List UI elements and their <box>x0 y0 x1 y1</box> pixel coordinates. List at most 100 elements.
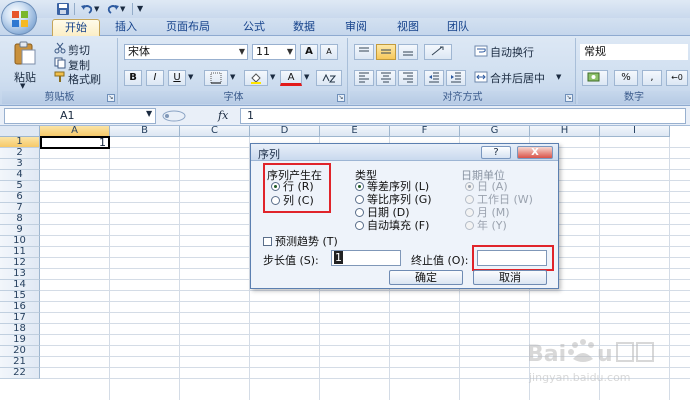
tab-insert[interactable]: 插入 <box>106 19 146 36</box>
type-growth-label: 等比序列 (G) <box>367 193 432 206</box>
tab-review[interactable]: 审阅 <box>336 19 376 36</box>
copy-icon[interactable] <box>54 57 66 69</box>
insert-function-icon[interactable]: fx <box>218 109 228 122</box>
date-unit-day-radio: 日 (A) <box>465 181 508 193</box>
accounting-format-button[interactable] <box>582 70 608 86</box>
cell-a1[interactable]: 1 <box>40 136 110 149</box>
tab-team[interactable]: 团队 <box>438 19 478 36</box>
increase-decimal-button[interactable]: ←0 <box>666 70 688 86</box>
shrink-font-button[interactable]: A <box>320 44 338 60</box>
clipboard-dialog-launcher-icon[interactable]: ↘ <box>107 94 115 102</box>
underline-dropdown-icon[interactable]: ▼ <box>188 73 193 81</box>
merge-center-dropdown-icon[interactable]: ▼ <box>556 73 561 81</box>
paste-dropdown-icon[interactable]: ▼ <box>20 82 25 90</box>
customize-quick-access-icon[interactable]: ▼ <box>137 2 151 16</box>
borders-button[interactable] <box>204 70 228 86</box>
font-size-value: 11 <box>256 45 270 58</box>
align-left-icon <box>359 72 369 83</box>
paste-icon[interactable] <box>12 40 38 66</box>
phonetic-icon <box>322 73 337 83</box>
svg-text:u: u <box>597 342 613 367</box>
middle-align-button[interactable] <box>376 44 396 60</box>
merge-center-icon[interactable] <box>474 71 488 83</box>
column-header-b[interactable]: B <box>110 126 180 137</box>
clipboard-group-label: 剪贴板 <box>2 91 117 104</box>
align-center-button[interactable] <box>376 70 396 86</box>
font-color-dropdown-icon[interactable]: ▼ <box>304 73 309 81</box>
column-header-i[interactable]: I <box>600 126 670 137</box>
type-growth-radio[interactable]: 等比序列 (G) <box>355 194 432 206</box>
phonetic-button[interactable] <box>316 70 342 86</box>
font-name-combo[interactable]: 宋体 ▼ <box>124 44 248 60</box>
ok-button[interactable]: 确定 <box>389 270 463 285</box>
cut-button[interactable]: 剪切 <box>68 42 90 58</box>
office-button[interactable] <box>1 1 37 35</box>
font-color-icon: A <box>287 72 295 83</box>
alignment-dialog-launcher-icon[interactable]: ↘ <box>565 94 573 102</box>
formula-tools: fx <box>160 108 240 124</box>
font-size-combo[interactable]: 11 ▼ <box>252 44 296 60</box>
name-box[interactable]: A1 <box>4 108 156 124</box>
type-date-radio[interactable]: 日期 (D) <box>355 207 410 219</box>
number-format-combo[interactable]: 常规 <box>580 44 688 60</box>
row-header-22[interactable]: 22 <box>0 368 40 379</box>
tab-formulas[interactable]: 公式 <box>234 19 274 36</box>
close-button[interactable]: X <box>517 146 553 159</box>
comma-style-button[interactable]: , <box>642 70 662 86</box>
column-header-d[interactable]: D <box>250 126 320 137</box>
wrap-text-icon[interactable] <box>474 45 488 57</box>
borders-dropdown-icon[interactable]: ▼ <box>230 73 235 81</box>
column-header-g[interactable]: G <box>460 126 530 137</box>
tab-data[interactable]: 数据 <box>284 19 324 36</box>
fill-color-icon <box>251 73 261 84</box>
italic-button[interactable]: I <box>146 70 164 86</box>
alignment-group: 自动换行 合并后居中 ▼ 对齐方式 ↘ <box>350 38 576 104</box>
type-date-radio-icon <box>355 208 364 217</box>
fill-color-button[interactable] <box>244 70 268 86</box>
undo-icon[interactable] <box>80 2 94 16</box>
format-painter-icon[interactable] <box>54 71 66 83</box>
underline-button[interactable]: U <box>168 70 186 86</box>
cancel-button[interactable]: 取消 <box>473 270 547 285</box>
wrap-text-button[interactable]: 自动换行 <box>490 44 534 60</box>
help-button[interactable]: ? <box>481 146 511 159</box>
grow-font-button[interactable]: A <box>300 44 318 60</box>
type-linear-radio-icon <box>355 182 364 191</box>
column-header-e[interactable]: E <box>320 126 390 137</box>
date-unit-weekday-radio: 工作日 (W) <box>465 194 533 206</box>
formula-input[interactable]: 1 <box>240 108 686 124</box>
font-color-button[interactable]: A <box>280 70 302 86</box>
format-painter-button[interactable]: 格式刷 <box>68 71 101 87</box>
save-icon[interactable] <box>56 2 70 16</box>
step-value-input[interactable]: 1 <box>331 250 401 266</box>
top-align-button[interactable] <box>354 44 374 60</box>
percent-style-button[interactable]: % <box>614 70 638 86</box>
redo-icon[interactable] <box>106 2 120 16</box>
tab-home[interactable]: 开始 <box>52 19 100 36</box>
name-box-dropdown-icon[interactable]: ▼ <box>146 109 152 118</box>
font-name-dropdown-icon[interactable]: ▼ <box>239 45 245 59</box>
tab-view[interactable]: 视图 <box>388 19 428 36</box>
font-size-dropdown-icon[interactable]: ▼ <box>287 45 293 59</box>
increase-indent-button[interactable] <box>446 70 466 86</box>
align-left-button[interactable] <box>354 70 374 86</box>
tab-page-layout[interactable]: 页面布局 <box>158 19 218 36</box>
column-header-h[interactable]: H <box>530 126 600 137</box>
cut-icon[interactable] <box>54 42 66 54</box>
type-linear-radio[interactable]: 等差序列 (L) <box>355 181 429 193</box>
type-autofill-radio[interactable]: 自动填充 (F) <box>355 220 429 232</box>
orientation-button[interactable] <box>424 44 452 60</box>
bottom-align-button[interactable] <box>398 44 418 60</box>
column-header-c[interactable]: C <box>180 126 250 137</box>
borders-icon <box>210 72 222 84</box>
merge-center-button[interactable]: 合并后居中 <box>490 70 545 86</box>
number-group: 常规 % , ←0 数字 <box>578 38 690 104</box>
zoom-slider-icon[interactable] <box>162 110 186 122</box>
font-dialog-launcher-icon[interactable]: ↘ <box>337 94 345 102</box>
align-right-button[interactable] <box>398 70 418 86</box>
fill-color-dropdown-icon[interactable]: ▼ <box>270 73 275 81</box>
bold-button[interactable]: B <box>124 70 142 86</box>
trend-checkbox[interactable]: 预测趋势 (T) <box>263 236 338 248</box>
decrease-indent-button[interactable] <box>424 70 444 86</box>
column-header-f[interactable]: F <box>390 126 460 137</box>
